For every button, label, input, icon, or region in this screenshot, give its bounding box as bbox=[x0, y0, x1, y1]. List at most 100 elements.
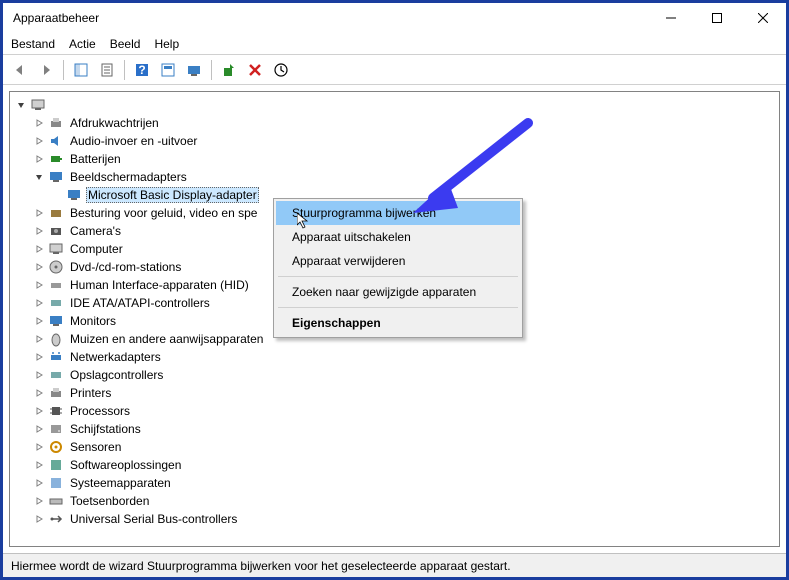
chevron-right-icon[interactable] bbox=[32, 440, 46, 454]
forward-button[interactable] bbox=[35, 59, 57, 81]
menu-properties[interactable]: Eigenschappen bbox=[276, 311, 520, 335]
menu-uninstall-device[interactable]: Apparaat verwijderen bbox=[276, 249, 520, 273]
menu-update-driver[interactable]: Stuurprogramma bijwerken bbox=[276, 201, 520, 225]
category-icon bbox=[48, 403, 64, 419]
scan-hardware-button[interactable] bbox=[183, 59, 205, 81]
tree-root[interactable] bbox=[12, 96, 777, 114]
tree-category[interactable]: Toetsenborden bbox=[12, 492, 777, 510]
chevron-right-icon[interactable] bbox=[32, 368, 46, 382]
chevron-right-icon[interactable] bbox=[32, 314, 46, 328]
window-title: Apparaatbeheer bbox=[13, 11, 648, 25]
menu-disable-device[interactable]: Apparaat uitschakelen bbox=[276, 225, 520, 249]
category-icon bbox=[48, 133, 64, 149]
tree-category-label: Sensoren bbox=[68, 440, 123, 454]
chevron-right-icon[interactable] bbox=[32, 116, 46, 130]
tree-category[interactable]: Afdrukwachtrijen bbox=[12, 114, 777, 132]
uninstall-button[interactable] bbox=[244, 59, 266, 81]
tree-category[interactable]: Systeemapparaten bbox=[12, 474, 777, 492]
tree-category-label: Netwerkadapters bbox=[68, 350, 163, 364]
category-icon bbox=[48, 475, 64, 491]
tree-category-label: Processors bbox=[68, 404, 132, 418]
tree-category[interactable]: Batterijen bbox=[12, 150, 777, 168]
category-icon bbox=[48, 493, 64, 509]
disable-button[interactable] bbox=[270, 59, 292, 81]
titlebar: Apparaatbeheer bbox=[3, 3, 786, 33]
update-driver-button[interactable] bbox=[218, 59, 240, 81]
tree-category-label: Beeldschermadapters bbox=[68, 170, 189, 184]
chevron-right-icon[interactable] bbox=[32, 386, 46, 400]
tree-category-label: Systeemapparaten bbox=[68, 476, 173, 490]
tree-category-label: Batterijen bbox=[68, 152, 123, 166]
chevron-down-icon[interactable] bbox=[32, 170, 46, 184]
category-icon bbox=[48, 151, 64, 167]
tree-category[interactable]: Softwareoplossingen bbox=[12, 456, 777, 474]
tree-category-label: Human Interface-apparaten (HID) bbox=[68, 278, 251, 292]
category-icon bbox=[48, 295, 64, 311]
chevron-down-icon[interactable] bbox=[14, 98, 28, 112]
menu-scan-changes[interactable]: Zoeken naar gewijzigde apparaten bbox=[276, 280, 520, 304]
tree-category-label: Muizen en andere aanwijsapparaten bbox=[68, 332, 265, 346]
category-icon bbox=[48, 385, 64, 401]
chevron-right-icon[interactable] bbox=[32, 458, 46, 472]
tree-category[interactable]: Netwerkadapters bbox=[12, 348, 777, 366]
tree-category-label: IDE ATA/ATAPI-controllers bbox=[68, 296, 212, 310]
chevron-right-icon[interactable] bbox=[32, 332, 46, 346]
chevron-right-icon[interactable] bbox=[32, 404, 46, 418]
toolbar: ? bbox=[3, 55, 786, 85]
chevron-right-icon[interactable] bbox=[32, 350, 46, 364]
tree-category-label: Schijfstations bbox=[68, 422, 143, 436]
chevron-right-icon[interactable] bbox=[32, 134, 46, 148]
chevron-right-icon[interactable] bbox=[32, 476, 46, 490]
maximize-button[interactable] bbox=[694, 3, 740, 33]
tree-category-label: Universal Serial Bus-controllers bbox=[68, 512, 239, 526]
menu-file[interactable]: Bestand bbox=[11, 37, 55, 51]
help-button[interactable]: ? bbox=[131, 59, 153, 81]
statusbar: Hiermee wordt de wizard Stuurprogramma b… bbox=[3, 553, 786, 577]
chevron-right-icon[interactable] bbox=[32, 242, 46, 256]
svg-text:?: ? bbox=[138, 63, 145, 77]
tree-category[interactable]: Sensoren bbox=[12, 438, 777, 456]
chevron-right-icon[interactable] bbox=[32, 278, 46, 292]
category-icon bbox=[48, 115, 64, 131]
show-hide-tree-button[interactable] bbox=[70, 59, 92, 81]
chevron-right-icon[interactable] bbox=[32, 152, 46, 166]
chevron-right-icon[interactable] bbox=[32, 224, 46, 238]
category-icon bbox=[48, 241, 64, 257]
category-icon bbox=[48, 169, 64, 185]
tree-category-label: Camera's bbox=[68, 224, 123, 238]
menu-view[interactable]: Beeld bbox=[110, 37, 141, 51]
tree-category[interactable]: Printers bbox=[12, 384, 777, 402]
category-icon bbox=[48, 223, 64, 239]
properties-button[interactable] bbox=[96, 59, 118, 81]
action-icon-button[interactable] bbox=[157, 59, 179, 81]
close-button[interactable] bbox=[740, 3, 786, 33]
menu-action[interactable]: Actie bbox=[69, 37, 96, 51]
tree-category[interactable]: Beeldschermadapters bbox=[12, 168, 777, 186]
tree-category-label: Opslagcontrollers bbox=[68, 368, 165, 382]
back-button[interactable] bbox=[9, 59, 31, 81]
category-icon bbox=[48, 331, 64, 347]
category-icon bbox=[48, 457, 64, 473]
menu-help[interactable]: Help bbox=[154, 37, 179, 51]
category-icon bbox=[48, 205, 64, 221]
tree-category-label: Monitors bbox=[68, 314, 118, 328]
tree-category-label: Softwareoplossingen bbox=[68, 458, 183, 472]
chevron-right-icon[interactable] bbox=[32, 260, 46, 274]
chevron-right-icon[interactable] bbox=[32, 512, 46, 526]
tree-category[interactable]: Processors bbox=[12, 402, 777, 420]
menubar: Bestand Actie Beeld Help bbox=[3, 33, 786, 55]
minimize-button[interactable] bbox=[648, 3, 694, 33]
context-menu: Stuurprogramma bijwerken Apparaat uitsch… bbox=[273, 198, 523, 338]
chevron-right-icon[interactable] bbox=[32, 494, 46, 508]
chevron-right-icon[interactable] bbox=[32, 296, 46, 310]
tree-category[interactable]: Opslagcontrollers bbox=[12, 366, 777, 384]
tree-category[interactable]: Audio-invoer en -uitvoer bbox=[12, 132, 777, 150]
menu-separator bbox=[278, 307, 518, 308]
category-icon bbox=[48, 259, 64, 275]
tree-category[interactable]: Schijfstations bbox=[12, 420, 777, 438]
chevron-right-icon[interactable] bbox=[32, 422, 46, 436]
chevron-right-icon[interactable] bbox=[32, 206, 46, 220]
tree-category-label: Printers bbox=[68, 386, 113, 400]
tree-category[interactable]: Universal Serial Bus-controllers bbox=[12, 510, 777, 528]
category-icon bbox=[48, 349, 64, 365]
